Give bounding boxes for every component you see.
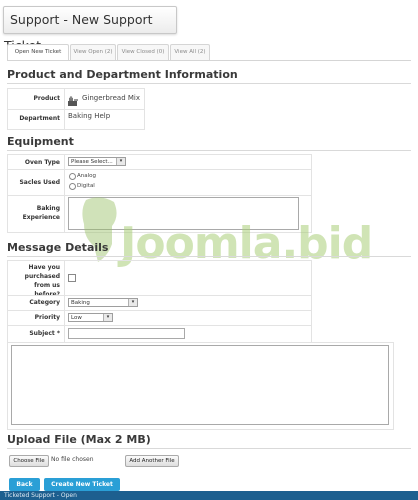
scales-analog-radio[interactable] [69, 173, 76, 180]
add-another-file-button[interactable]: Add Another File [125, 455, 179, 467]
department-label: Department [19, 115, 60, 122]
chevron-down-icon: ▾ [116, 158, 125, 165]
divider [7, 150, 411, 151]
oven-type-select[interactable]: Please Select... ▾ [68, 157, 126, 166]
scales-digital-radio[interactable] [69, 183, 76, 190]
choose-file-button[interactable]: Choose File [9, 455, 49, 467]
priority-label: Priority [34, 314, 60, 321]
experience-label: Baking Experience [22, 205, 60, 221]
message-details-heading: Message Details [7, 241, 109, 254]
chevron-down-icon: ▾ [128, 299, 137, 306]
divider [7, 83, 411, 84]
product-section-heading: Product and Department Information [7, 68, 238, 81]
divider [7, 256, 411, 257]
purchased-checkbox[interactable] [68, 274, 76, 282]
subject-label: Subject * [29, 330, 60, 337]
message-textarea[interactable] [11, 345, 389, 425]
department-value: Baking Help [68, 112, 111, 120]
category-label: Category [29, 299, 60, 306]
category-selected-value: Baking [71, 300, 90, 306]
category-select[interactable]: Baking ▾ [68, 298, 138, 307]
footer-bar: Ticketed Support - Open [0, 491, 418, 500]
subject-input[interactable] [68, 328, 185, 339]
product-label: Product [33, 95, 60, 102]
equipment-heading: Equipment [7, 135, 74, 148]
no-file-chosen-text: No file chosen [51, 456, 94, 463]
priority-selected-value: Low [71, 315, 82, 321]
tab-open-new-ticket[interactable]: Open New Ticket [7, 44, 69, 61]
tab-divider [7, 60, 411, 61]
oven-type-selected-value: Please Select... [71, 159, 113, 165]
tab-view-open[interactable]: View Open (2) [70, 44, 116, 60]
create-new-ticket-button[interactable]: Create New Ticket [44, 478, 120, 491]
priority-select[interactable]: Low ▾ [68, 313, 113, 322]
chevron-down-icon: ▾ [103, 314, 112, 321]
purchased-label: Have you purchased from us before? [24, 264, 60, 298]
scales-value-cell [64, 169, 312, 196]
product-value: Gingerbread Mix [82, 94, 140, 102]
scales-digital-label: Digital [77, 183, 95, 189]
upload-heading: Upload File (Max 2 MB) [7, 433, 151, 446]
watermark-logo [78, 196, 122, 270]
divider [7, 448, 411, 449]
tab-view-closed[interactable]: View Closed (0) [117, 44, 169, 60]
oven-type-label: Oven Type [24, 159, 60, 166]
scales-label: Sacles Used [19, 179, 60, 186]
purchased-value-cell [64, 260, 312, 296]
page-title: Support - New Support Ticket [3, 6, 177, 53]
scales-analog-label: Analog [77, 173, 97, 179]
tab-view-all[interactable]: View All (2) [170, 44, 210, 60]
back-button[interactable]: Back [9, 478, 40, 491]
